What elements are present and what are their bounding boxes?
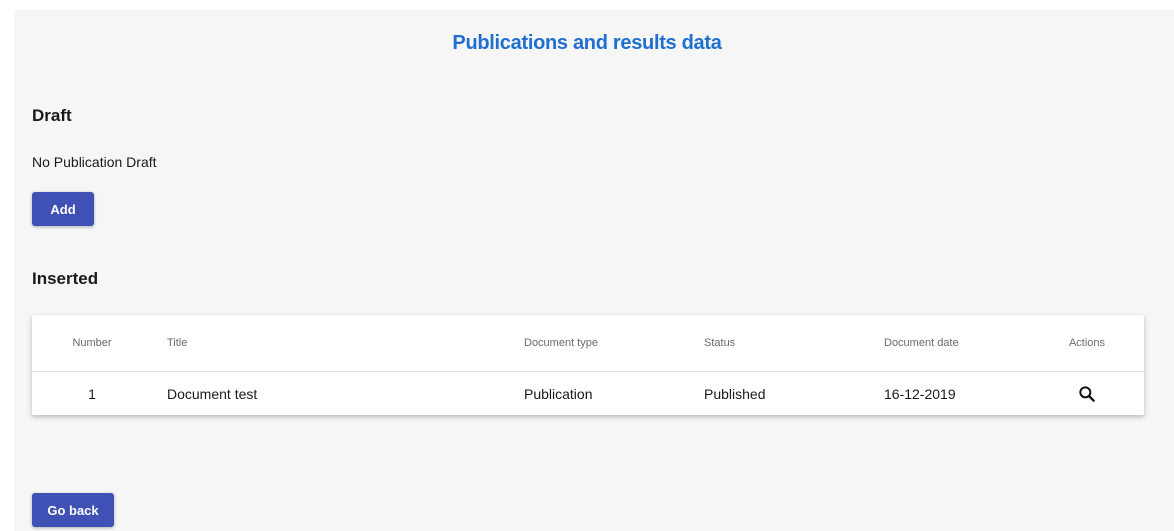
draft-empty-text: No Publication Draft	[32, 154, 157, 170]
row-status-cell: Published	[704, 385, 766, 402]
draft-heading: Draft	[32, 106, 72, 125]
row-number-cell: 1	[88, 385, 96, 402]
column-header-number: Number	[72, 337, 112, 349]
column-header-document-type: Document type	[524, 337, 598, 349]
column-header-document-date: Document date	[884, 337, 959, 349]
column-header-status: Status	[704, 337, 736, 349]
column-header-title: Title	[167, 337, 188, 349]
row-document-date-cell: 16-12-2019	[884, 385, 956, 402]
row-title-cell: Document test	[167, 385, 258, 402]
table-row: 1 Document test Publication Published 16…	[32, 372, 1144, 415]
go-back-button[interactable]: Go back	[32, 493, 114, 527]
column-header-actions: Actions	[1068, 337, 1106, 349]
add-button[interactable]: Add	[32, 192, 94, 226]
row-actions-cell	[1042, 372, 1132, 415]
page-container: Publications and results data Draft No P…	[14, 10, 1174, 531]
page-title: Publications and results data	[452, 32, 722, 54]
inserted-table: Number Title Document type Status Docume…	[32, 315, 1144, 415]
table-header-row: Number Title Document type Status Docume…	[32, 315, 1144, 372]
search-icon[interactable]	[1077, 384, 1097, 404]
row-document-type-cell: Publication	[524, 385, 593, 402]
inserted-heading: Inserted	[32, 269, 99, 288]
